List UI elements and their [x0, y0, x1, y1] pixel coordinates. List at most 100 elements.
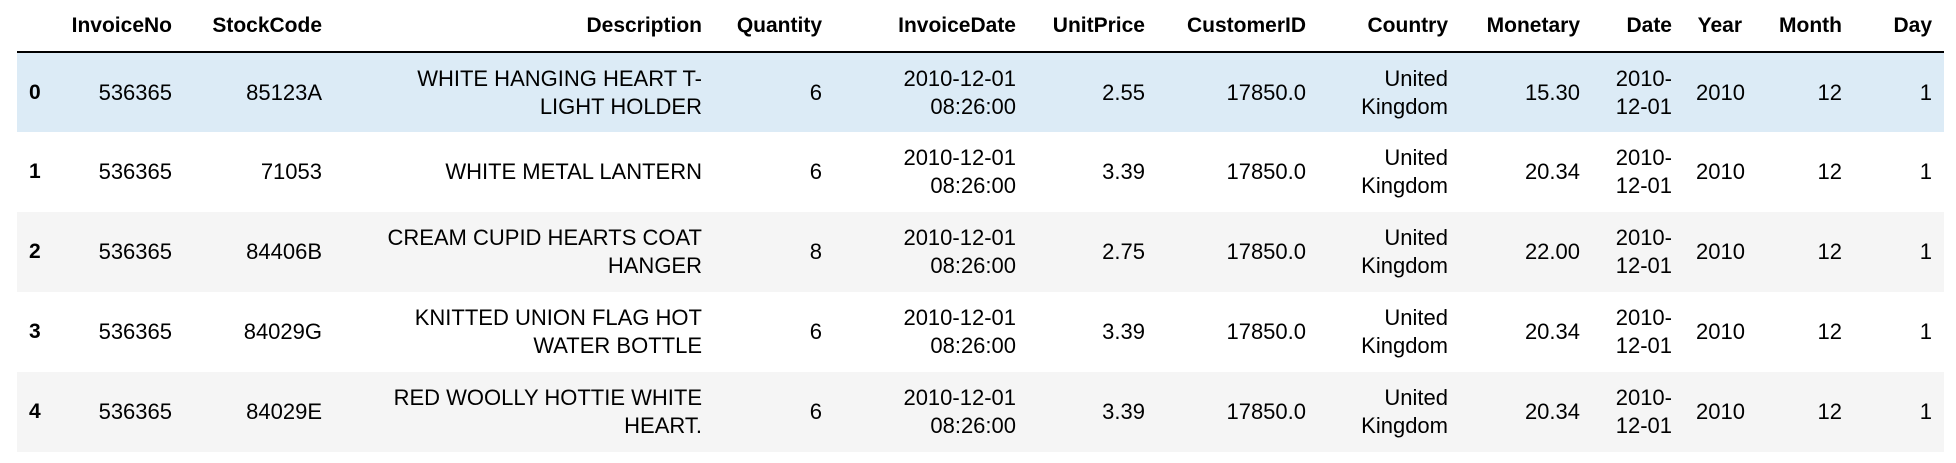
- cell-quantity: 6: [809, 159, 822, 184]
- row-index: 2: [29, 240, 41, 263]
- cell-date-line2: 12-01: [1615, 253, 1672, 278]
- cell-day: 1: [1919, 399, 1932, 424]
- cell-date-line1: 2010-: [1615, 385, 1672, 410]
- cell-quantity: 6: [809, 79, 822, 105]
- table-row[interactable]: 3 536365 84029G KNITTED UNION FLAG HOT WA…: [17, 292, 1944, 372]
- cell-invoicedate: 2010-12-01 08:26:00: [834, 52, 1028, 132]
- cell-date: 2010- 12-01: [1592, 52, 1684, 132]
- cell-description: KNITTED UNION FLAG HOT WATER BOTTLE: [334, 292, 714, 372]
- cell-unitprice: 2.75: [1102, 239, 1145, 264]
- cell-unitprice: 2.55: [1102, 79, 1145, 105]
- cell-description-line2: HEART.: [624, 413, 702, 438]
- cell-invoicedate: 2010-12-01 08:26:00: [834, 212, 1028, 292]
- cell-country: United Kingdom: [1318, 132, 1460, 212]
- cell-unitprice: 3.39: [1102, 399, 1145, 424]
- cell-stockcode: 85123A: [246, 79, 322, 105]
- cell-stockcode: 84406B: [246, 239, 322, 264]
- cell-year: 2010: [1696, 79, 1745, 105]
- cell-date-line2: 12-01: [1615, 173, 1672, 198]
- cell-description: WHITE HANGING HEART T- LIGHT HOLDER: [334, 52, 714, 132]
- cell-invoicedate-time: 08:26:00: [930, 413, 1016, 438]
- cell-quantity: 6: [809, 399, 822, 424]
- cell-date-line2: 12-01: [1615, 413, 1672, 438]
- table-row[interactable]: 0 536365 85123A WHITE HANGING HEART T- LI…: [17, 52, 1944, 132]
- cell-day: 1: [1919, 159, 1932, 184]
- column-header-unitprice: UnitPrice: [1028, 0, 1157, 53]
- cell-month: 12: [1817, 399, 1842, 424]
- cell-date-line1: 2010-: [1615, 145, 1672, 170]
- cell-date-line2: 12-01: [1615, 333, 1672, 358]
- cell-date-line1: 2010-: [1615, 225, 1672, 250]
- cell-invoiceno: 536365: [98, 79, 172, 105]
- column-header-invoicedate: InvoiceDate: [834, 0, 1028, 53]
- cell-description-line2: HANGER: [607, 253, 702, 278]
- cell-month: 12: [1817, 159, 1842, 184]
- table-row[interactable]: 4 536365 84029E RED WOOLLY HOTTIE WHITE H…: [17, 372, 1944, 452]
- cell-invoicedate-time: 08:26:00: [930, 333, 1016, 358]
- column-header-country: Country: [1318, 0, 1460, 53]
- cell-invoiceno: 536365: [98, 239, 172, 264]
- cell-invoicedate-date: 2010-12-01: [903, 65, 1016, 91]
- cell-monetary: 20.34: [1524, 319, 1580, 344]
- cell-country: United Kingdom: [1318, 212, 1460, 292]
- cell-stockcode: 84029E: [246, 399, 322, 424]
- cell-country-line2: Kingdom: [1361, 253, 1448, 278]
- cell-invoicedate: 2010-12-01 08:26:00: [834, 292, 1028, 372]
- cell-month: 12: [1817, 319, 1842, 344]
- cell-date-line1: 2010-: [1615, 65, 1672, 91]
- table-row[interactable]: 2 536365 84406B CREAM CUPID HEARTS COAT H…: [17, 212, 1944, 292]
- cell-invoiceno: 536365: [98, 159, 172, 184]
- table-body: 0 536365 85123A WHITE HANGING HEART T- LI…: [17, 52, 1944, 452]
- table-row[interactable]: 1 536365 71053 WHITE METAL LANTERN 6 201…: [17, 132, 1944, 212]
- cell-date-line2: 12-01: [1615, 93, 1672, 119]
- column-header-customerid: CustomerID: [1157, 0, 1318, 53]
- cell-invoicedate-date: 2010-12-01: [903, 145, 1016, 170]
- cell-description-line2: LIGHT HOLDER: [539, 93, 702, 119]
- cell-invoicedate-date: 2010-12-01: [903, 385, 1016, 410]
- cell-invoicedate-time: 08:26:00: [930, 253, 1016, 278]
- column-header-date: Date: [1592, 0, 1684, 53]
- cell-invoiceno: 536365: [98, 399, 172, 424]
- cell-year: 2010: [1696, 319, 1745, 344]
- cell-customerid: 17850.0: [1226, 79, 1306, 105]
- cell-invoicedate-date: 2010-12-01: [903, 225, 1016, 250]
- cell-country-line1: United: [1384, 385, 1448, 410]
- cell-date: 2010- 12-01: [1592, 212, 1684, 292]
- cell-country-line2: Kingdom: [1361, 333, 1448, 358]
- cell-customerid: 17850.0: [1226, 159, 1306, 184]
- cell-country-line1: United: [1384, 225, 1448, 250]
- cell-description-line1: CREAM CUPID HEARTS COAT: [387, 225, 702, 250]
- cell-description-line1: WHITE METAL LANTERN: [445, 159, 702, 184]
- cell-country: United Kingdom: [1318, 52, 1460, 132]
- cell-customerid: 17850.0: [1226, 239, 1306, 264]
- cell-invoicedate: 2010-12-01 08:26:00: [834, 372, 1028, 452]
- cell-country-line1: United: [1384, 145, 1448, 170]
- cell-invoicedate-time: 08:26:00: [930, 93, 1016, 119]
- cell-unitprice: 3.39: [1102, 319, 1145, 344]
- cell-country: United Kingdom: [1318, 292, 1460, 372]
- column-header-month: Month: [1754, 0, 1854, 53]
- cell-stockcode: 71053: [260, 159, 322, 184]
- cell-day: 1: [1919, 239, 1932, 264]
- cell-description-line1: RED WOOLLY HOTTIE WHITE: [393, 385, 702, 410]
- cell-country-line2: Kingdom: [1361, 93, 1448, 119]
- cell-description-line1: WHITE HANGING HEART T-: [417, 65, 702, 91]
- column-header-invoiceno: InvoiceNo: [57, 0, 184, 53]
- row-index: 1: [29, 160, 41, 183]
- cell-country-line1: United: [1384, 305, 1448, 330]
- cell-country-line1: United: [1384, 65, 1448, 91]
- cell-customerid: 17850.0: [1226, 319, 1306, 344]
- table-header: InvoiceNo StockCode Description Quantity…: [17, 0, 1944, 53]
- cell-monetary: 20.34: [1524, 159, 1580, 184]
- row-index: 0: [29, 80, 41, 104]
- cell-country-line2: Kingdom: [1361, 173, 1448, 198]
- cell-monetary: 15.30: [1524, 79, 1580, 105]
- column-header-stockcode: StockCode: [184, 0, 334, 53]
- cell-date: 2010- 12-01: [1592, 372, 1684, 452]
- column-header-year: Year: [1684, 0, 1754, 53]
- cell-year: 2010: [1696, 399, 1745, 424]
- column-header-quantity: Quantity: [714, 0, 834, 53]
- column-header-day: Day: [1854, 0, 1944, 53]
- dataframe-output: InvoiceNo StockCode Description Quantity…: [17, 0, 1944, 452]
- cell-description: WHITE METAL LANTERN: [334, 132, 714, 212]
